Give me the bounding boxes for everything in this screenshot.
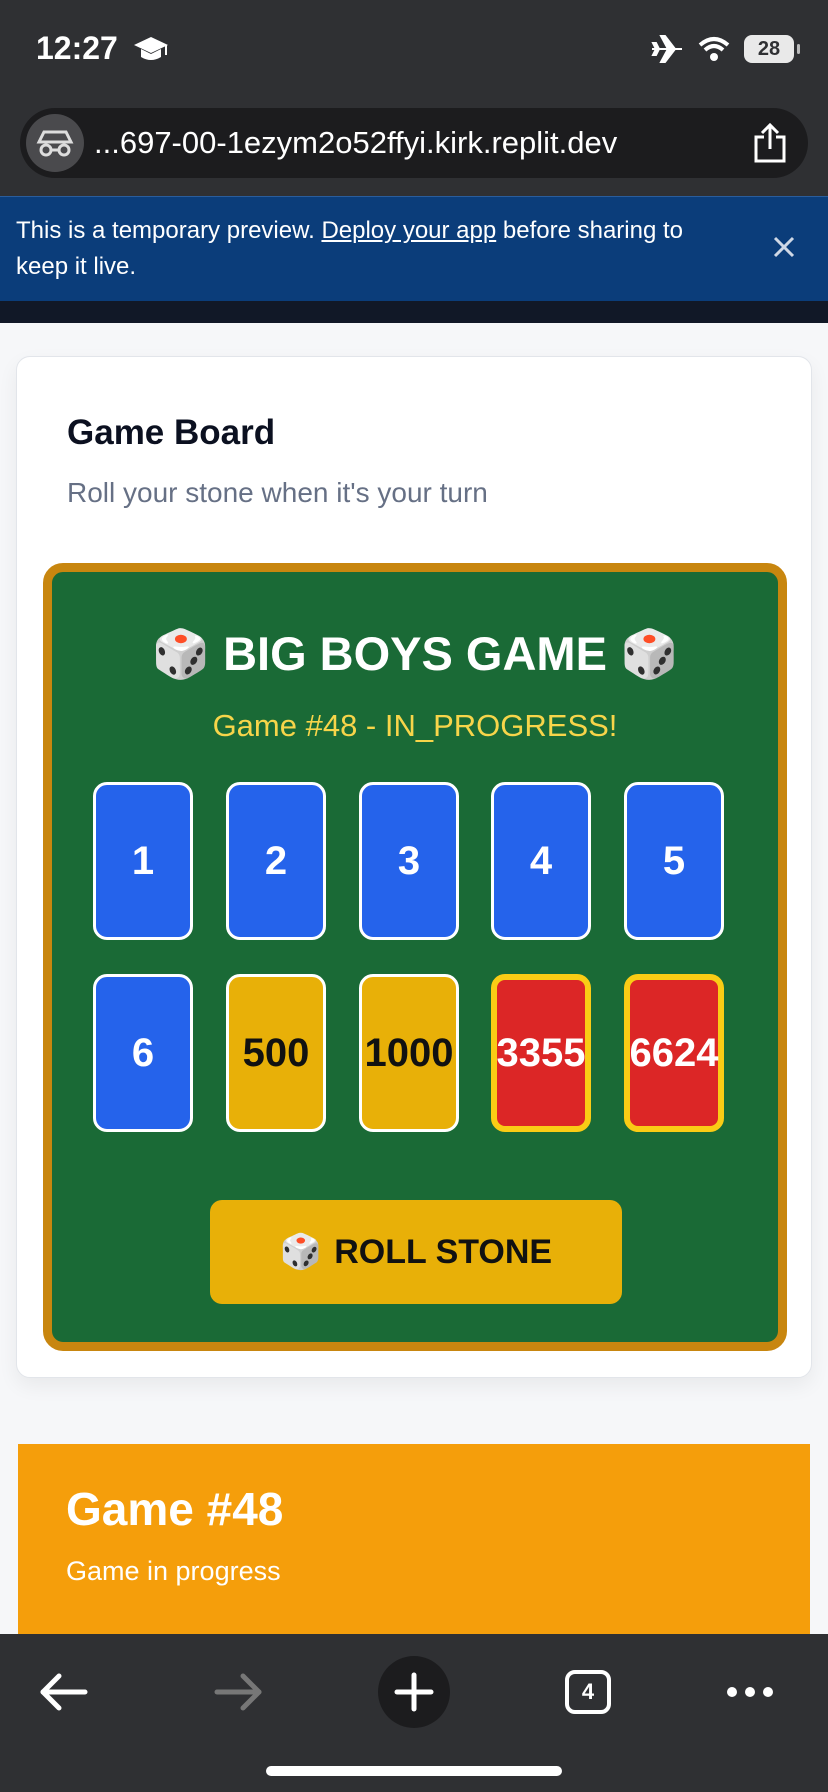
header-strip: [0, 301, 828, 323]
tab-count: 4: [581, 1679, 595, 1704]
tile-3355: 3355: [491, 974, 591, 1132]
back-arrow-icon[interactable]: [24, 1652, 104, 1732]
game-board: 🎲 BIG BOYS GAME 🎲 Game #48 - IN_PROGRESS…: [43, 563, 787, 1351]
browser-toolbar: 4: [0, 1634, 828, 1792]
board-title: 🎲 BIG BOYS GAME 🎲: [52, 626, 778, 682]
game-panel-subtitle: Game in progress: [66, 1556, 281, 1586]
incognito-icon[interactable]: [26, 114, 84, 172]
dice-icon: 🎲: [620, 627, 679, 680]
share-icon[interactable]: [740, 113, 800, 173]
card-title: Game Board: [67, 413, 276, 452]
forward-arrow-icon[interactable]: [198, 1652, 278, 1732]
address-bar[interactable]: ...697-00-1ezym2o52ffyi.kirk.replit.dev: [20, 108, 808, 178]
tabs-icon[interactable]: 4: [565, 1670, 611, 1714]
dice-icon: 🎲: [279, 1233, 323, 1271]
game-panel-title: Game #48: [66, 1483, 284, 1535]
roll-button-label: ROLL STONE: [334, 1232, 553, 1271]
more-icon[interactable]: [710, 1652, 790, 1732]
url-text[interactable]: ...697-00-1ezym2o52ffyi.kirk.replit.dev: [94, 125, 740, 161]
new-tab-button[interactable]: [374, 1652, 454, 1732]
preview-banner: This is a temporary preview. Deploy your…: [0, 196, 828, 301]
browser-chrome: ...697-00-1ezym2o52ffyi.kirk.replit.dev: [0, 100, 828, 196]
board-title-text: BIG BOYS GAME: [223, 627, 607, 680]
card-subtitle: Roll your stone when it's your turn: [67, 477, 488, 508]
status-bar: 12:27 28: [0, 0, 828, 100]
tile-2: 2: [226, 782, 326, 940]
banner-message: This is a temporary preview. Deploy your…: [16, 213, 736, 285]
banner-text: This is a temporary preview.: [16, 217, 322, 244]
tile-6624: 6624: [624, 974, 724, 1132]
close-icon[interactable]: [770, 233, 798, 261]
tabs-button[interactable]: 4: [548, 1652, 628, 1732]
tile-5: 5: [624, 782, 724, 940]
plus-icon[interactable]: [378, 1656, 450, 1728]
game-status: Game #48 - IN_PROGRESS!: [212, 708, 618, 743]
dice-icon: 🎲: [151, 627, 210, 680]
tile-500: 500: [226, 974, 326, 1132]
tile-1: 1: [93, 782, 193, 940]
battery-level: 28: [757, 37, 781, 60]
graduation-cap-icon: [134, 37, 168, 60]
tile-1000: 1000: [359, 974, 459, 1132]
roll-stone-button[interactable]: 🎲 ROLL STONE: [210, 1200, 622, 1304]
game-info-panel: Game #48 Game in progress: [18, 1444, 810, 1634]
wifi-icon: [698, 37, 730, 61]
deploy-link[interactable]: Deploy your app: [321, 217, 496, 244]
home-indicator: [266, 1766, 562, 1776]
tile-6: 6: [93, 974, 193, 1132]
tile-3: 3: [359, 782, 459, 940]
airplane-icon: [651, 35, 682, 63]
battery-icon: 28: [744, 35, 800, 63]
status-time: 12:27: [36, 30, 118, 66]
game-board-card: Game Board Roll your stone when it's you…: [16, 356, 812, 1378]
tile-4: 4: [491, 782, 591, 940]
